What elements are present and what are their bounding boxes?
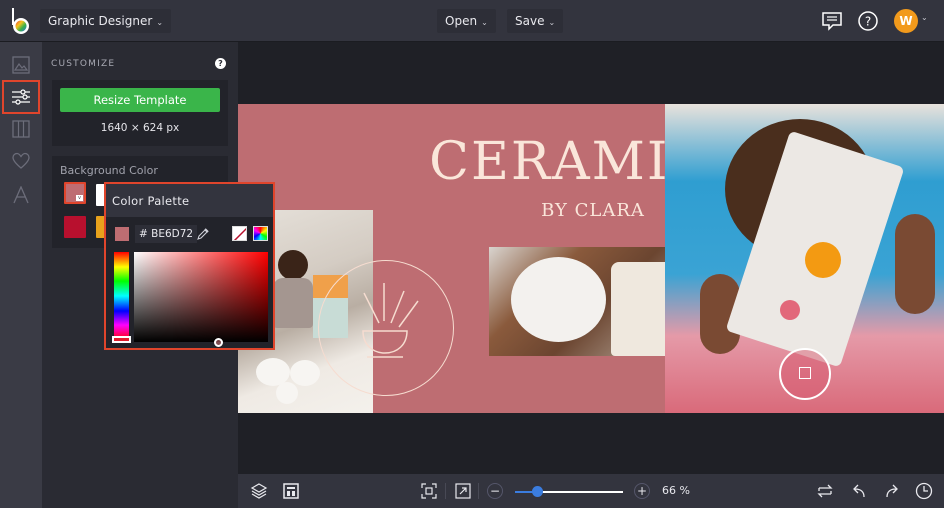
open-menu-button[interactable]: Open ⌄ xyxy=(437,9,496,33)
record-button[interactable] xyxy=(779,348,831,400)
columns-icon xyxy=(12,120,30,138)
user-avatar[interactable]: W xyxy=(894,9,918,33)
saturation-value-picker[interactable] xyxy=(134,252,268,347)
layers-icon[interactable] xyxy=(250,482,268,500)
save-menu-button[interactable]: Save ⌄ xyxy=(507,9,564,33)
chevron-down-icon[interactable]: v xyxy=(76,195,83,201)
color-swatch-selected[interactable]: v xyxy=(64,182,86,204)
bowl-emblem[interactable] xyxy=(318,260,454,396)
hue-slider-handle[interactable] xyxy=(112,336,131,343)
chevron-down-icon: ⌄ xyxy=(156,18,164,27)
photo-detail xyxy=(805,242,841,278)
color-palette-popup: Color Palette # BE6D72 xyxy=(104,182,275,350)
photo-detail xyxy=(278,250,308,280)
fit-to-screen-icon[interactable] xyxy=(420,482,438,500)
resize-card: Resize Template 1640 × 624 px xyxy=(52,80,228,146)
swap-icon[interactable] xyxy=(816,482,834,500)
rail-item-text[interactable] xyxy=(2,178,40,212)
color-picker-handle[interactable] xyxy=(214,338,223,347)
current-color-preview xyxy=(115,227,129,241)
open-label: Open xyxy=(445,14,478,28)
template-dimensions: 1640 × 624 px xyxy=(100,122,180,134)
photo-hands-on-pots[interactable] xyxy=(489,247,692,356)
photo-detail xyxy=(780,300,800,320)
help-icon[interactable]: ? xyxy=(857,10,879,32)
text-icon xyxy=(13,186,29,204)
hex-input[interactable]: # BE6D72 xyxy=(135,225,198,243)
rail-item-customize[interactable] xyxy=(2,80,40,114)
zoom-level: 66 % xyxy=(662,484,690,497)
panel-title: CUSTOMIZE xyxy=(51,59,116,69)
color-swatch[interactable] xyxy=(64,216,86,238)
photo-detail xyxy=(511,257,606,342)
hue-slider[interactable] xyxy=(114,252,129,340)
sliders-icon xyxy=(12,89,30,105)
zoom-in-button[interactable]: + xyxy=(634,483,650,499)
redo-icon[interactable] xyxy=(883,482,901,500)
undo-icon[interactable] xyxy=(850,482,868,500)
rail-item-graphics[interactable] xyxy=(2,144,40,178)
photo-detail xyxy=(273,278,313,328)
layout-icon[interactable] xyxy=(282,482,300,500)
palette-header: Color Palette xyxy=(106,184,273,217)
no-color-icon[interactable] xyxy=(232,226,247,241)
top-bar: Graphic Designer ⌄ Open ⌄ Save ⌄ ? W ⌄ xyxy=(0,0,944,42)
rail-item-layouts[interactable] xyxy=(2,112,40,146)
divider xyxy=(478,483,479,499)
befunky-logo-icon[interactable] xyxy=(10,7,32,35)
background-color-label: Background Color xyxy=(60,164,158,177)
zoom-slider-handle[interactable] xyxy=(531,486,543,497)
chevron-down-icon: ⌄ xyxy=(481,18,488,27)
zoom-slider[interactable] xyxy=(515,486,623,497)
save-label: Save xyxy=(515,14,545,28)
heart-icon xyxy=(12,152,30,169)
resize-template-button[interactable]: Resize Template xyxy=(60,88,220,112)
tool-rail xyxy=(0,42,42,508)
image-icon xyxy=(12,56,30,74)
spectrum-icon[interactable] xyxy=(253,226,268,241)
stop-icon xyxy=(799,367,811,379)
photo-detail xyxy=(290,360,320,386)
divider xyxy=(445,483,446,499)
palette-title: Color Palette xyxy=(112,194,190,208)
zoom-out-button[interactable]: − xyxy=(487,483,503,499)
bowl-icon xyxy=(362,283,419,358)
bottom-toolbar: − + 66 % xyxy=(238,474,944,508)
app: Graphic Designer ⌄ Open ⌄ Save ⌄ ? W ⌄ C… xyxy=(0,0,944,508)
eyedropper-icon[interactable] xyxy=(196,227,210,241)
history-icon[interactable] xyxy=(915,482,933,500)
project-type-label: Graphic Designer xyxy=(48,14,153,28)
project-type-dropdown[interactable]: Graphic Designer ⌄ xyxy=(40,9,172,33)
rail-item-image-manager[interactable] xyxy=(2,48,40,82)
comment-icon[interactable] xyxy=(821,10,843,32)
expand-icon[interactable] xyxy=(454,482,472,500)
photo-detail xyxy=(895,214,935,314)
chevron-down-icon[interactable]: ⌄ xyxy=(921,13,928,22)
photo-detail xyxy=(276,382,298,404)
help-icon[interactable]: ? xyxy=(215,58,226,69)
design-canvas[interactable]: CERAMICS BY CLARA xyxy=(238,104,944,413)
svg-text:?: ? xyxy=(865,15,871,29)
chevron-down-icon: ⌄ xyxy=(548,18,556,27)
